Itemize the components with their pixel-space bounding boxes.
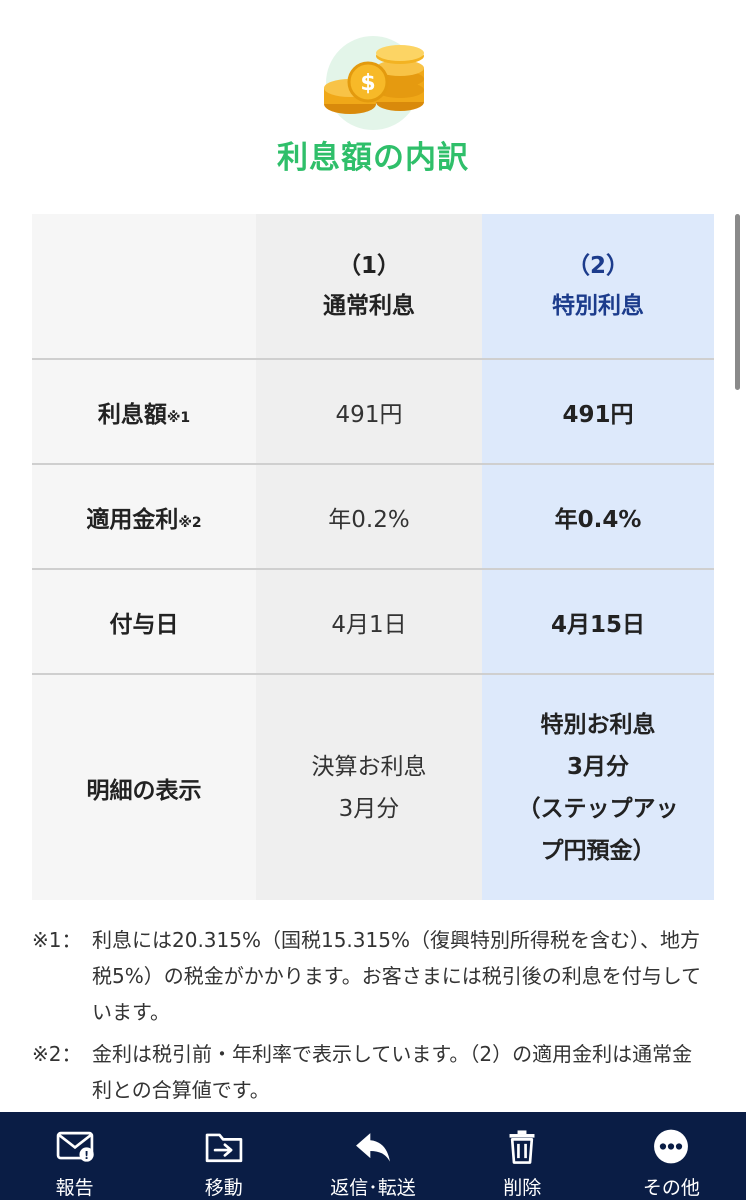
header-normal-label: 通常利息 [323,293,415,319]
statement-line: 特別お利息 [540,711,656,738]
more-button[interactable]: その他 [597,1112,746,1200]
normal-interest-amount: 491円 [256,358,482,464]
table-header-row: （1） 通常利息 （2） 特別利息 [32,214,714,359]
normal-interest-rate: 年0.2% [256,463,482,569]
toolbar-label: 移動 [204,1177,243,1199]
normal-interest-date: 4月1日 [256,568,482,674]
special-interest-date: 4月15日 [482,568,714,674]
more-icon [654,1129,689,1164]
scrollbar[interactable] [735,214,740,390]
table-row: 利息額※1 491円 491円 [32,358,714,464]
footnote-mark: ※1 [166,409,191,426]
table-row: 付与日 4月1日 4月15日 [32,568,714,674]
footnote-text: 金利は税引前・年利率で表示しています。（2）の適用金利は通常金利との合算値です。 [92,1042,693,1102]
mail-report-icon: ! [56,1131,94,1162]
special-interest-amount: 491円 [482,358,714,464]
reply-forward-icon [356,1133,390,1162]
page-title: 利息額の内訳 [277,140,469,176]
coins-icon: $ [324,45,424,114]
footnote-mark: ※2 [178,514,202,531]
toolbar-label: 削除 [503,1177,542,1199]
row-label-applied-rate: 適用金利※2 [32,463,256,569]
footnote-2: ※2： 金利は税引前・年利率で表示しています。（2）の適用金利は通常金利との合算… [32,1036,712,1108]
hero: $ 利息額の内訳 [0,0,746,200]
toolbar-label: 返信･転送 [330,1177,416,1199]
move-button[interactable]: 移動 [149,1112,298,1200]
move-folder-icon [205,1133,243,1163]
bottom-toolbar: ! 報告 移動 返信･転送 削除 その他 [0,1112,746,1200]
toolbar-label: その他 [642,1177,700,1199]
special-interest-rate: 年0.4% [482,463,714,569]
statement-line: 3月分 [566,753,629,780]
statement-line: 3月分 [338,795,400,822]
footnote-key: ※1： [32,928,82,952]
svg-text:!: ! [84,1149,89,1162]
report-button[interactable]: ! 報告 [0,1112,149,1200]
row-label-grant-date: 付与日 [32,568,256,674]
footnote-1: ※1： 利息には20.315%（国税15.315%（復興特別所得税を含む）、地方… [32,922,712,1030]
header-special-interest: （2） 特別利息 [482,214,714,359]
table-row: 明細の表示 決算お利息 3月分 特別お利息 3月分 （ステップアッ プ円預金） [32,673,714,900]
trash-icon [509,1130,535,1164]
statement-line: プ円預金） [540,837,656,864]
interest-breakdown-table: （1） 通常利息 （2） 特別利息 利息額※1 491円 491円 適用金利※2… [32,214,714,900]
delete-button[interactable]: 削除 [448,1112,597,1200]
statement-line: 決算お利息 [311,753,427,780]
toolbar-label: 報告 [55,1177,94,1199]
footnote-text: 利息には20.315%（国税15.315%（復興特別所得税を含む）、地方税5%）… [92,928,702,1024]
header-normal-interest: （1） 通常利息 [256,214,482,359]
row-label-text: 適用金利 [86,506,179,533]
header-special-label: 特別利息 [552,293,644,319]
svg-text:$: $ [360,71,375,96]
header-special-number: （2） [566,253,629,279]
table-row: 適用金利※2 年0.2% 年0.4% [32,463,714,569]
row-label-statement: 明細の表示 [32,673,256,900]
row-label-text: 利息額 [97,401,167,428]
header-normal-number: （1） [337,253,400,279]
special-statement-display: 特別お利息 3月分 （ステップアッ プ円預金） [482,673,714,900]
normal-statement-display: 決算お利息 3月分 [256,673,482,900]
reply-forward-button[interactable]: 返信･転送 [298,1112,447,1200]
row-label-interest-amount: 利息額※1 [32,358,256,464]
footnotes: ※1： 利息には20.315%（国税15.315%（復興特別所得税を含む）、地方… [32,922,712,1114]
header-empty-cell [32,214,256,359]
footnote-key: ※2： [32,1042,82,1066]
statement-line: （ステップアッ [517,795,679,822]
